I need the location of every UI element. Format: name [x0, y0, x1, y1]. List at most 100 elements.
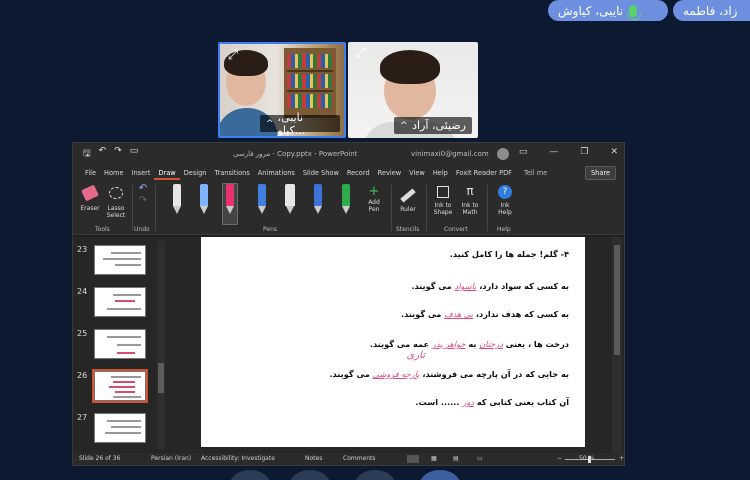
- slide-sorter-icon[interactable]: ▦: [431, 455, 437, 462]
- bookshelf: [284, 48, 336, 118]
- reading-view-icon[interactable]: ▤: [453, 455, 459, 462]
- ink-annotation: بی هدف: [444, 309, 474, 319]
- tab-file[interactable]: File: [81, 166, 100, 180]
- slide-scrollbar[interactable]: [612, 237, 622, 453]
- slideshow-icon[interactable]: ▭: [477, 455, 483, 462]
- lasso-icon: [109, 187, 123, 199]
- slide-thumbnail-selected[interactable]: 26: [73, 369, 169, 407]
- accessibility-indicator[interactable]: Accessibility: Investigate: [201, 455, 275, 462]
- ribbon-display-icon[interactable]: ▭: [519, 147, 528, 157]
- zoom-out-icon[interactable]: −: [557, 455, 562, 462]
- tab-animations[interactable]: Animations: [254, 166, 299, 180]
- tab-view[interactable]: View: [405, 166, 429, 180]
- slide-line: به کسی که هدف ندارد، بی هدف می گویند.: [401, 309, 569, 319]
- pen-1[interactable]: [170, 184, 184, 214]
- slide-line: به کسی که سواد دارد، باسواد می گویند.: [411, 281, 569, 291]
- slide-canvas[interactable]: ۴- گلم! جمله ها را کامل کنید. به کسی که …: [201, 237, 585, 447]
- slide-thumbnail[interactable]: 27: [73, 411, 169, 449]
- tab-slide-show[interactable]: Slide Show: [299, 166, 343, 180]
- redo-icon: ↷: [138, 195, 148, 206]
- tab-record[interactable]: Record: [343, 166, 374, 180]
- title-bar: 🖫 ↶ ↷ ▭ مرور فارسی - Copy.pptx - PowerPo…: [73, 143, 624, 165]
- ink-help-button[interactable]: ? Ink Help: [493, 183, 517, 216]
- tab-design[interactable]: Design: [180, 166, 211, 180]
- ruler-icon: [400, 188, 416, 203]
- participant-pill[interactable]: نایبی، کیاوش: [548, 0, 668, 21]
- account-email[interactable]: vinimaxi0@gmail.com: [411, 150, 489, 158]
- tab-home[interactable]: Home: [100, 166, 127, 180]
- group-undo: Undo: [134, 226, 150, 233]
- meeting-control-button[interactable]: [230, 470, 270, 480]
- thumbnail-pane[interactable]: 23 24 25 26 27: [73, 237, 169, 453]
- tab-review[interactable]: Review: [374, 166, 406, 180]
- maximize-icon[interactable]: ❐: [580, 147, 588, 157]
- group-pens: Pens: [263, 226, 278, 233]
- pen-4[interactable]: [255, 184, 269, 214]
- present-icon[interactable]: ▭: [130, 146, 139, 162]
- slide-line: به جایی که در آن پارچه می فروشند، پارچه …: [329, 369, 569, 379]
- mic-on-icon: [627, 4, 642, 20]
- slide-thumbnail[interactable]: 24: [73, 285, 169, 323]
- undo-icon[interactable]: ↶: [99, 146, 107, 162]
- participant-pill[interactable]: زاد، فاطمه: [673, 0, 750, 21]
- highlighter-1[interactable]: [283, 184, 297, 214]
- ribbon-tabs: File Home Insert Draw Design Transitions…: [73, 165, 624, 181]
- ruler-button[interactable]: Ruler: [395, 183, 421, 213]
- lasso-select-button[interactable]: Lasso Select: [103, 183, 129, 219]
- comments-button[interactable]: Comments: [343, 455, 376, 462]
- group-convert: Convert: [444, 226, 468, 233]
- tab-insert[interactable]: Insert: [128, 166, 155, 180]
- notes-button[interactable]: Notes: [305, 455, 322, 462]
- meeting-control-button[interactable]: [355, 470, 395, 480]
- pen-6[interactable]: [339, 184, 353, 214]
- participant-name: زاد، فاطمه: [683, 3, 738, 18]
- redo-icon[interactable]: ↷: [114, 146, 122, 162]
- tab-draw[interactable]: Draw: [154, 166, 180, 180]
- share-button[interactable]: Share: [584, 166, 616, 180]
- tile-name-bar: ^ نایبی، کیاو...: [260, 111, 340, 136]
- normal-view-icon[interactable]: [407, 455, 419, 463]
- video-tile[interactable]: ⤢ ^ رضیئی، آراد: [348, 42, 478, 138]
- slide-thumbnail[interactable]: 25: [73, 327, 169, 365]
- ribbon-draw: Eraser Lasso Select Tools ↶ ↷ Undo + Add…: [73, 181, 624, 235]
- tab-foxit[interactable]: Foxit Reader PDF: [452, 166, 516, 180]
- document-title: مرور فارسی - Copy.pptx - PowerPoint: [233, 150, 358, 158]
- chevron-up-icon[interactable]: ^: [266, 119, 274, 129]
- undo-button[interactable]: ↶ ↷: [135, 183, 151, 207]
- pen-5[interactable]: [311, 184, 325, 214]
- meeting-control-button[interactable]: [420, 470, 460, 480]
- expand-icon[interactable]: ⤢: [225, 48, 241, 64]
- tab-transitions[interactable]: Transitions: [210, 166, 253, 180]
- pen-2[interactable]: [197, 184, 211, 214]
- pen-3-selected[interactable]: [222, 183, 238, 225]
- zoom-level[interactable]: 50 %: [579, 455, 594, 462]
- group-stencils: Stencils: [396, 226, 420, 233]
- save-icon[interactable]: 🖫: [83, 146, 91, 162]
- undo-icon: ↶: [138, 183, 148, 194]
- plus-icon: +: [368, 184, 380, 199]
- add-pen-button[interactable]: + Add Pen: [363, 183, 385, 214]
- ink-to-math-button[interactable]: π Ink to Math: [458, 183, 482, 216]
- tile-name: نایبی، کیاو...: [277, 110, 306, 137]
- slide-thumbnail[interactable]: 23: [73, 243, 169, 281]
- zoom-in-icon[interactable]: +: [619, 455, 624, 462]
- expand-icon[interactable]: ⤢: [353, 46, 369, 62]
- ink-to-shape-button[interactable]: Ink to Shape: [431, 183, 455, 216]
- tell-me-search[interactable]: Tell me: [524, 169, 547, 177]
- minimize-icon[interactable]: —: [549, 147, 558, 157]
- chevron-up-icon[interactable]: ^: [400, 121, 408, 131]
- tile-name-bar: ^ رضیئی، آراد: [394, 117, 472, 134]
- eraser-button[interactable]: Eraser: [79, 183, 101, 212]
- thumbnail-scrollbar[interactable]: [157, 241, 165, 449]
- ink-annotation: دور: [462, 397, 474, 407]
- video-tile[interactable]: ⤢ ^ نایبی، کیاو...: [218, 42, 346, 138]
- close-icon[interactable]: ✕: [610, 147, 618, 157]
- language-indicator[interactable]: Persian (Iran): [151, 455, 191, 462]
- avatar[interactable]: [497, 148, 509, 160]
- meeting-control-button[interactable]: [290, 470, 330, 480]
- shape-icon: [437, 186, 449, 198]
- ink-annotation-extra: تاری: [406, 350, 426, 361]
- tab-help[interactable]: Help: [429, 166, 452, 180]
- workspace: 23 24 25 26 27 ۴- گلم! جمله ها را کامل ک…: [73, 237, 624, 453]
- status-bar: Slide 26 of 36 Persian (Iran) Accessibil…: [73, 453, 624, 465]
